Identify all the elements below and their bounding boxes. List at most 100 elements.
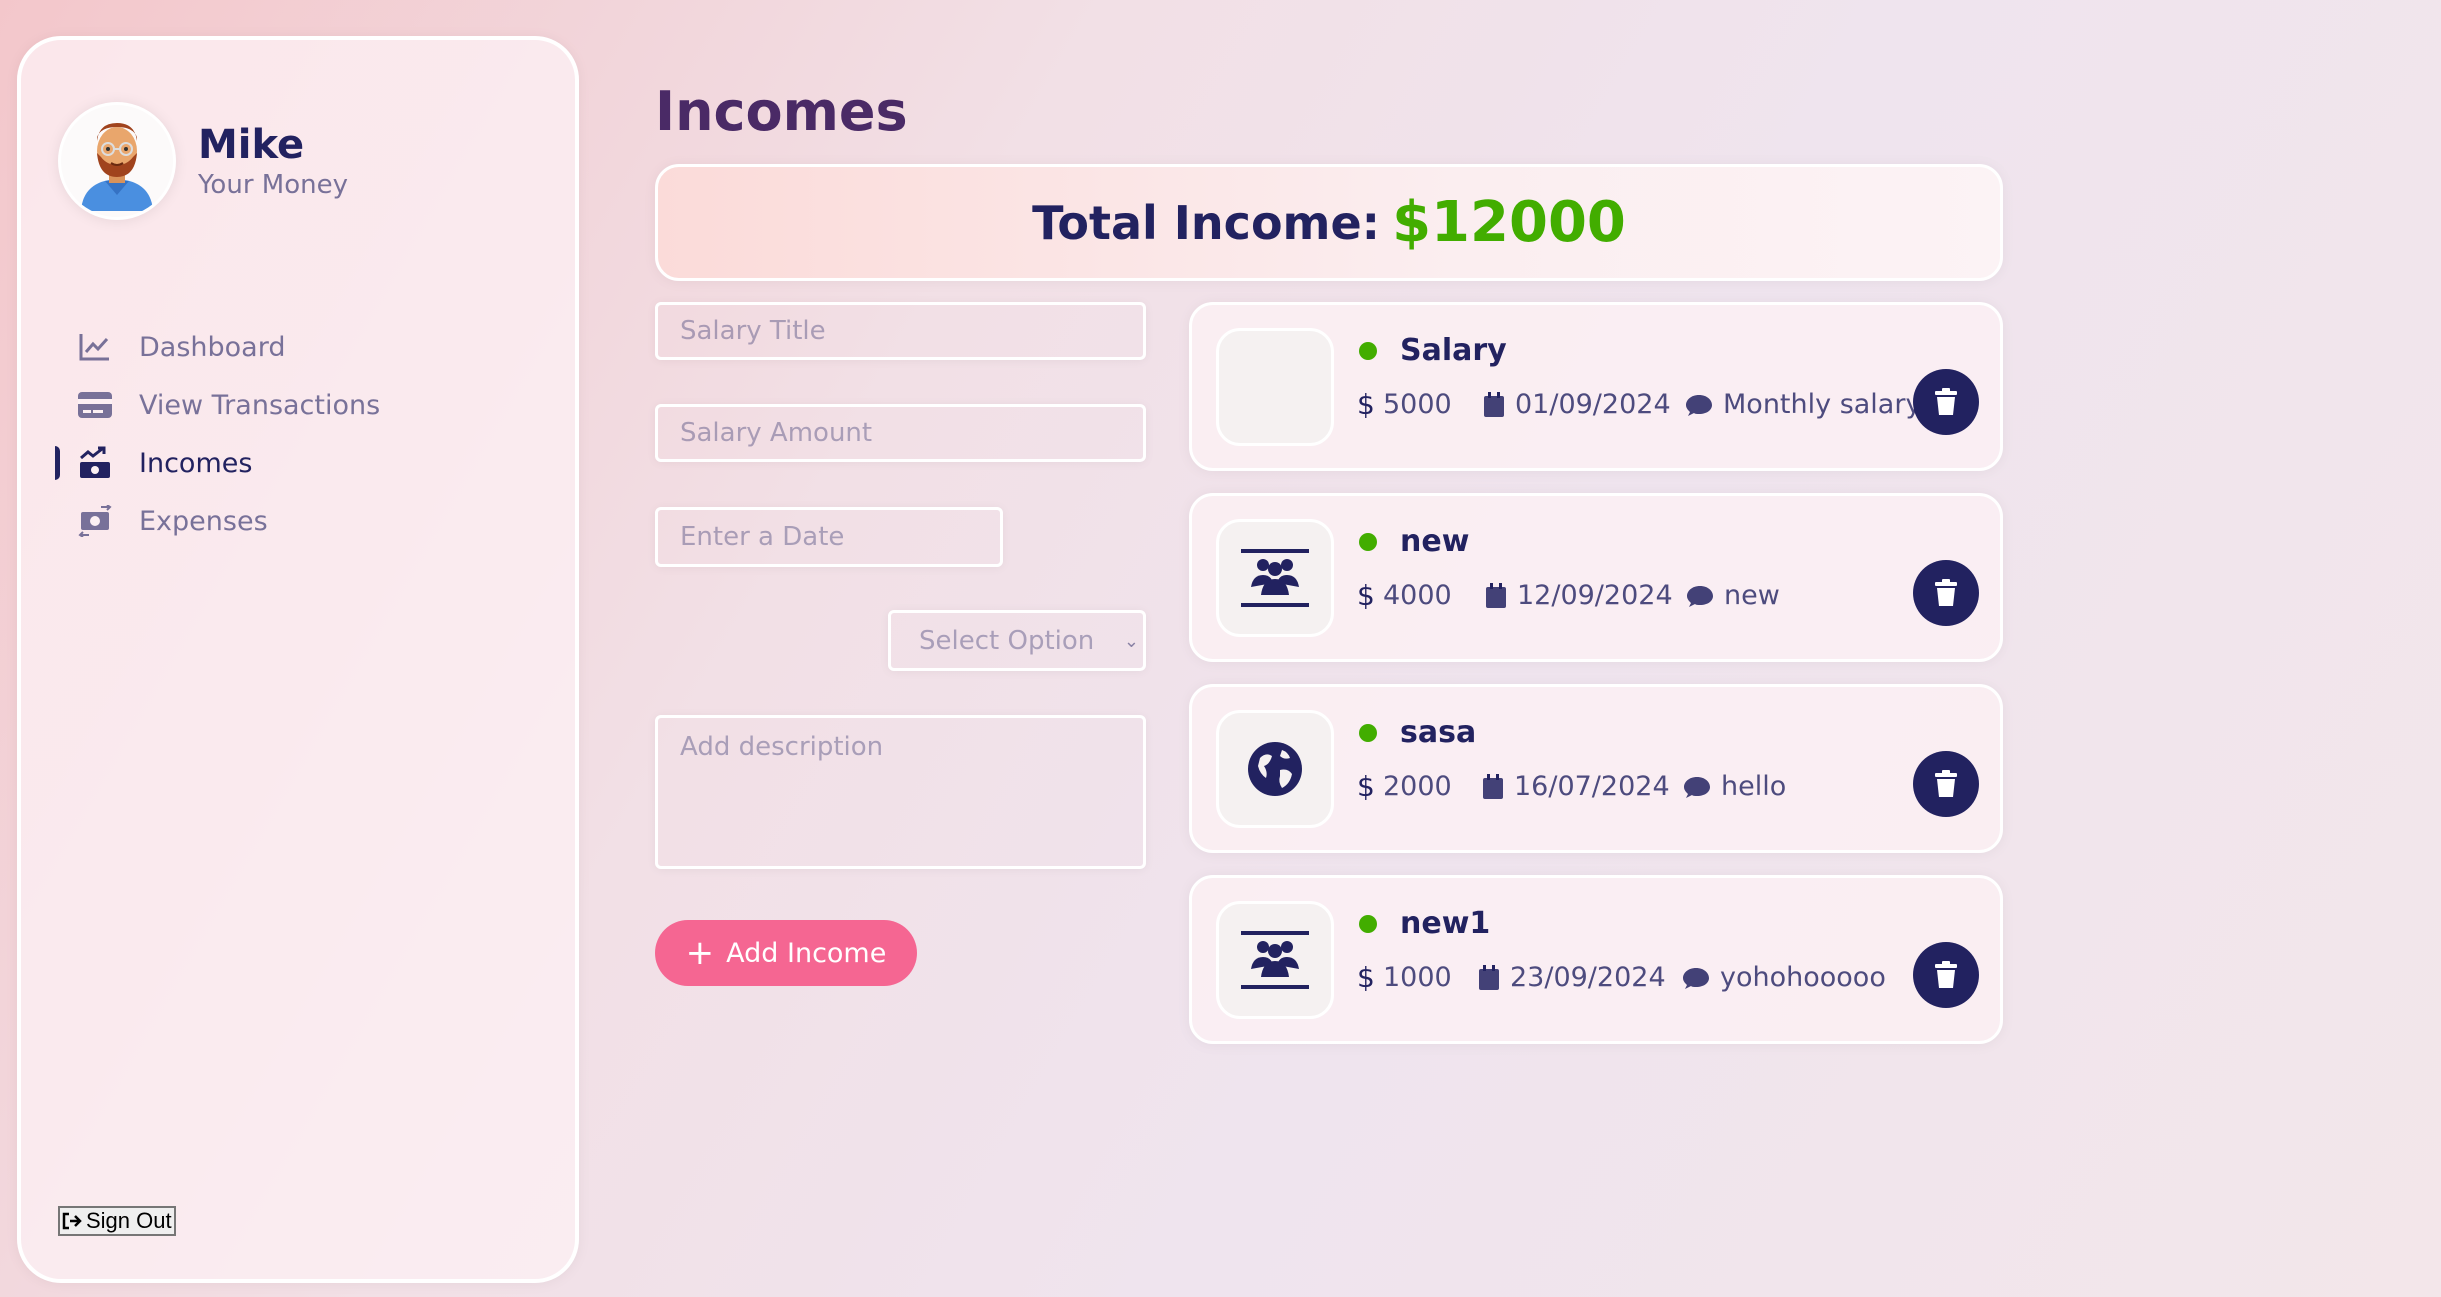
delete-button[interactable] bbox=[1913, 369, 1979, 435]
sidebar-item-incomes[interactable]: Incomes bbox=[21, 434, 575, 492]
comment-icon bbox=[1687, 585, 1713, 607]
users-icon bbox=[1216, 519, 1334, 637]
income-amount: $ 2000 bbox=[1357, 771, 1452, 802]
trash-icon bbox=[1935, 579, 1957, 606]
income-item: new1 $ 1000 23/09/2024 yohohooooo bbox=[1189, 875, 2003, 1044]
sidebar-item-label: Dashboard bbox=[139, 331, 286, 363]
income-description-value: new bbox=[1724, 580, 1780, 611]
income-amount-value: 4000 bbox=[1383, 580, 1452, 611]
svg-text:$: $ bbox=[1357, 963, 1373, 993]
delete-button[interactable] bbox=[1913, 942, 1979, 1008]
trash-icon bbox=[1935, 770, 1957, 797]
income-date-value: 12/09/2024 bbox=[1517, 580, 1673, 611]
income-item: Salary $ 5000 01/09/2024 Monthly salary bbox=[1189, 302, 2003, 471]
sidebar-item-expenses[interactable]: Expenses bbox=[21, 492, 575, 550]
user-subtitle: Your Money bbox=[198, 170, 348, 200]
dollar-icon: $ bbox=[1357, 390, 1373, 420]
income-title: new bbox=[1400, 524, 1470, 559]
sidebar-item-label: Incomes bbox=[139, 447, 253, 479]
delete-button[interactable] bbox=[1913, 560, 1979, 626]
add-income-button[interactable]: + Add Income bbox=[655, 920, 917, 986]
dollar-icon: $ bbox=[1357, 772, 1373, 802]
income-amount-value: 1000 bbox=[1383, 962, 1452, 993]
status-dot bbox=[1359, 915, 1377, 933]
category-select[interactable]: Select Option ⌄ bbox=[888, 610, 1146, 671]
sidebar-nav: Dashboard View Transactions Incomes Expe… bbox=[21, 318, 575, 550]
dollar-icon: $ bbox=[1357, 581, 1373, 611]
comment-icon bbox=[1684, 776, 1710, 798]
trash-icon bbox=[1935, 388, 1957, 415]
trash-icon bbox=[1935, 961, 1957, 988]
salary-amount-input[interactable] bbox=[655, 404, 1146, 462]
add-income-label: Add Income bbox=[726, 937, 887, 969]
status-dot bbox=[1359, 724, 1377, 742]
credit-card-icon bbox=[77, 387, 113, 423]
chevron-down-icon: ⌄ bbox=[1123, 631, 1139, 652]
svg-text:$: $ bbox=[1357, 772, 1373, 802]
sidebar: Mike Your Money Dashboard View Transacti… bbox=[17, 36, 579, 1283]
sign-out-button[interactable]: Sign Out bbox=[58, 1206, 176, 1236]
income-description: yohohooooo bbox=[1682, 962, 1886, 993]
income-amount: $ 5000 bbox=[1357, 389, 1452, 420]
income-date-value: 23/09/2024 bbox=[1510, 962, 1666, 993]
money-bill-transfer-icon bbox=[77, 503, 113, 539]
income-amount: $ 4000 bbox=[1357, 580, 1452, 611]
delete-button[interactable] bbox=[1913, 751, 1979, 817]
income-description-value: Monthly salary bbox=[1723, 389, 1922, 420]
comment-icon bbox=[1686, 394, 1712, 416]
income-title: sasa bbox=[1400, 715, 1477, 750]
income-date-value: 01/09/2024 bbox=[1515, 389, 1671, 420]
sidebar-item-dashboard[interactable]: Dashboard bbox=[21, 318, 575, 376]
income-item: new $ 4000 12/09/2024 new bbox=[1189, 493, 2003, 662]
income-amount: $ 1000 bbox=[1357, 962, 1452, 993]
user-profile: Mike Your Money bbox=[58, 102, 348, 220]
total-income-value: $12000 bbox=[1392, 190, 1626, 255]
income-description: Monthly salary bbox=[1685, 389, 1921, 420]
blank-icon bbox=[1216, 328, 1334, 446]
dollar-icon: $ bbox=[1357, 963, 1373, 993]
income-description: new bbox=[1686, 580, 1780, 611]
category-select-value: Select Option bbox=[919, 625, 1095, 656]
income-amount-value: 5000 bbox=[1383, 389, 1452, 420]
comment-icon bbox=[1683, 967, 1709, 989]
users-icon bbox=[1216, 901, 1334, 1019]
total-income-label: Total Income: bbox=[1032, 195, 1381, 250]
chart-line-icon bbox=[77, 329, 113, 365]
income-date: 12/09/2024 bbox=[1485, 580, 1673, 611]
total-income-banner: Total Income: $12000 bbox=[655, 164, 2003, 281]
income-amount-value: 2000 bbox=[1383, 771, 1452, 802]
avatar bbox=[58, 102, 176, 220]
income-description-value: hello bbox=[1721, 771, 1787, 802]
calendar-icon bbox=[1484, 391, 1504, 417]
status-dot bbox=[1359, 342, 1377, 360]
calendar-icon bbox=[1479, 964, 1499, 990]
money-bill-trend-up-icon bbox=[77, 445, 113, 481]
date-input[interactable] bbox=[655, 507, 1003, 567]
salary-title-input[interactable] bbox=[655, 302, 1146, 360]
sign-out-icon bbox=[62, 1212, 82, 1230]
income-date-value: 16/07/2024 bbox=[1514, 771, 1670, 802]
income-date: 01/09/2024 bbox=[1483, 389, 1671, 420]
svg-text:$: $ bbox=[1357, 581, 1373, 611]
income-date: 16/07/2024 bbox=[1482, 771, 1670, 802]
income-description-value: yohohooooo bbox=[1720, 962, 1886, 993]
globe-icon bbox=[1216, 710, 1334, 828]
page-title: Incomes bbox=[655, 80, 908, 143]
svg-text:$: $ bbox=[1357, 390, 1373, 420]
income-description: hello bbox=[1683, 771, 1786, 802]
avatar-illustration-icon bbox=[81, 123, 153, 211]
income-title: Salary bbox=[1400, 333, 1507, 368]
income-item: sasa $ 2000 16/07/2024 hello bbox=[1189, 684, 2003, 853]
calendar-icon bbox=[1483, 773, 1503, 799]
calendar-icon bbox=[1486, 582, 1506, 608]
sidebar-item-view-transactions[interactable]: View Transactions bbox=[21, 376, 575, 434]
user-name: Mike bbox=[198, 122, 305, 168]
sidebar-item-label: Expenses bbox=[139, 505, 268, 537]
status-dot bbox=[1359, 533, 1377, 551]
sign-out-label: Sign Out bbox=[86, 1208, 172, 1233]
sidebar-item-label: View Transactions bbox=[139, 389, 381, 421]
description-textarea[interactable] bbox=[655, 715, 1146, 869]
plus-icon: + bbox=[685, 933, 715, 973]
income-title: new1 bbox=[1400, 906, 1491, 941]
income-date: 23/09/2024 bbox=[1478, 962, 1666, 993]
